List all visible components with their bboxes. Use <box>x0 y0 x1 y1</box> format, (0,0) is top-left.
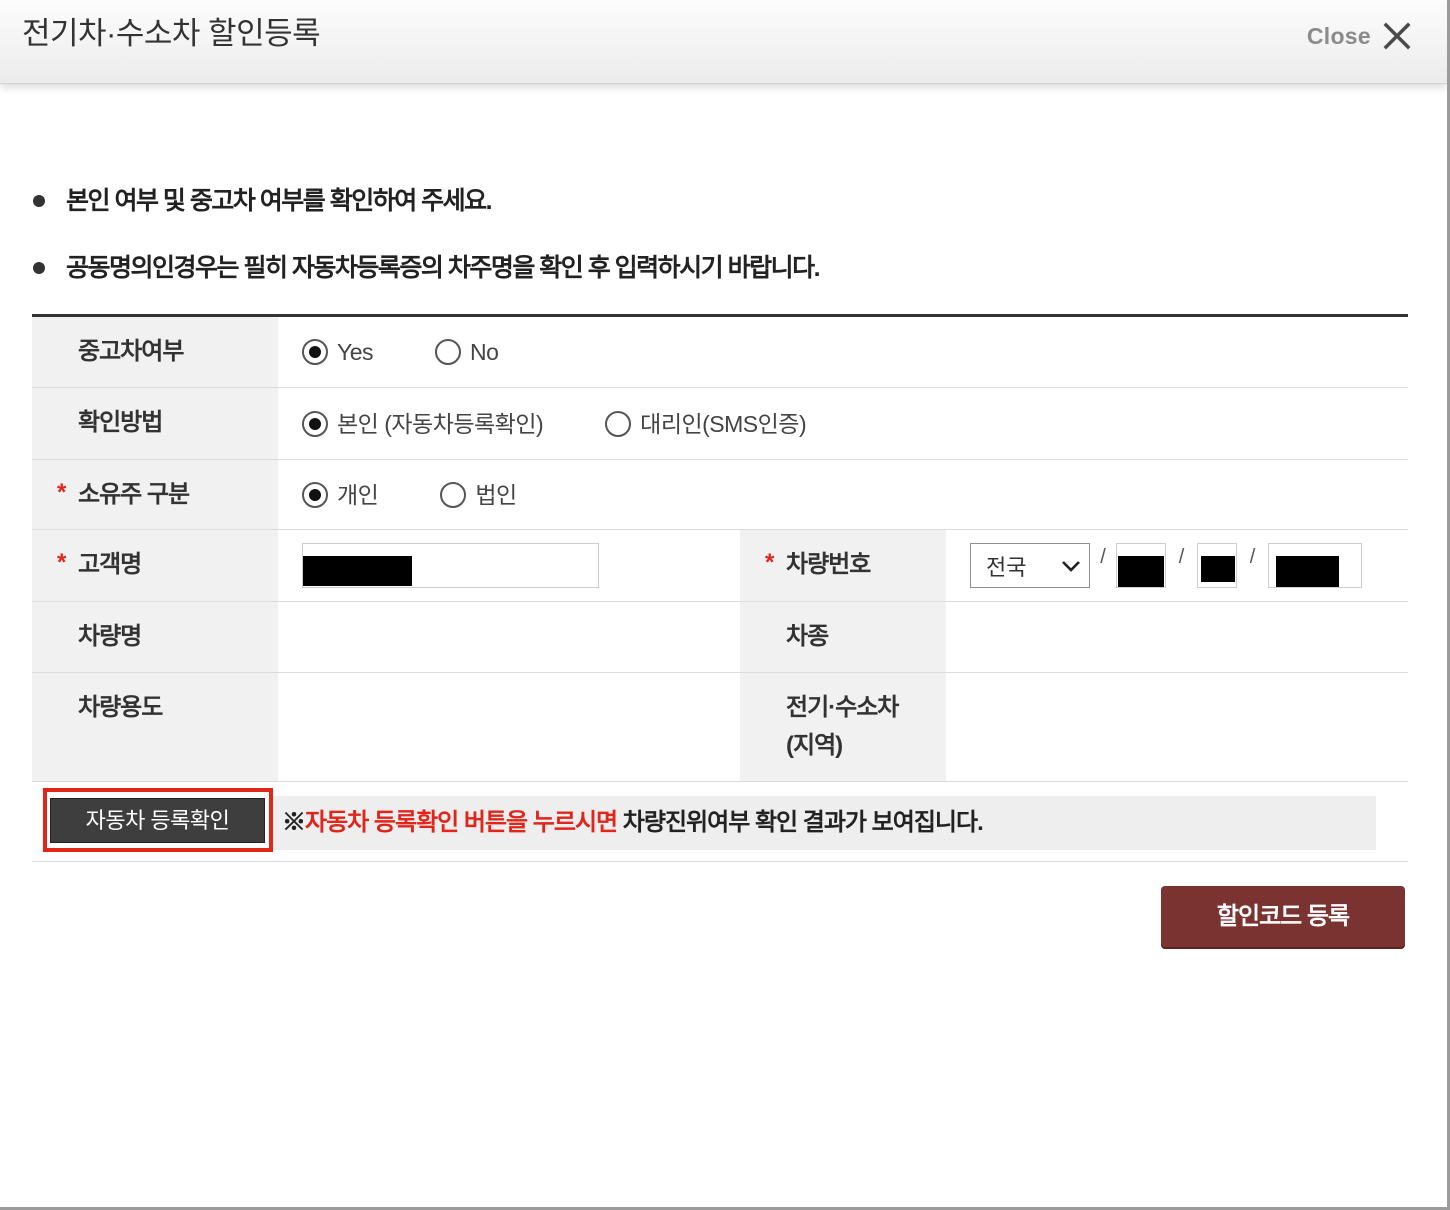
radio-verify-self[interactable]: 본인 (자동차등록확인) <box>302 409 544 439</box>
label-vehicle-type: 차종 <box>740 602 946 672</box>
radio-button[interactable] <box>302 410 328 437</box>
plate-part-2-input[interactable] <box>1197 543 1237 588</box>
row-verify-method: 확인방법 본인 (자동차등록확인) 대리인(SMS인증) <box>32 388 1408 460</box>
label-vehicle-name: 차량명 <box>32 602 278 672</box>
select-value: 전국 <box>986 554 1027 580</box>
label-customer-name: * 고객명 <box>32 530 278 601</box>
radio-label: 대리인(SMS인증) <box>640 410 807 437</box>
radio-label: 본인 (자동차등록확인) <box>337 410 544 437</box>
label-plate-number: * 차량번호 <box>740 530 946 601</box>
label-used-car: 중고차여부 <box>32 317 278 387</box>
dialog-title: 전기차·수소차 할인등록 <box>22 16 321 51</box>
chevron-down-icon <box>1062 561 1080 572</box>
separator: / <box>1100 546 1106 568</box>
radio-label: Yes <box>337 339 374 365</box>
radio-button[interactable] <box>302 481 328 508</box>
dialog-header: 전기차·수소차 할인등록 Close <box>0 0 1447 84</box>
row-used-car: 중고차여부 Yes No <box>32 317 1408 388</box>
vehicle-type-value <box>946 602 1408 672</box>
used-car-radio-group: Yes No <box>278 317 1408 387</box>
plate-part-3-input[interactable] <box>1268 543 1362 588</box>
label-text: 차량용도 <box>78 694 163 721</box>
close-label: Close <box>1306 23 1371 49</box>
radio-verify-proxy[interactable]: 대리인(SMS인증) <box>605 409 807 439</box>
label-verify-method: 확인방법 <box>32 388 278 459</box>
radio-owner-individual[interactable]: 개인 <box>302 480 379 510</box>
label-text: 차량명 <box>78 623 142 650</box>
radio-used-car-yes[interactable]: Yes <box>302 337 374 367</box>
plate-part-1-input[interactable] <box>1116 543 1166 588</box>
label-text: 확인방법 <box>78 409 163 436</box>
bullet-icon <box>33 195 45 207</box>
customer-name-input[interactable] <box>302 543 599 588</box>
notice-item: 공동명의인경우는 필히 자동차등록증의 차주명을 확인 후 입력하시기 바랍니다… <box>33 250 821 286</box>
label-text: 소유주 구분 <box>78 481 190 508</box>
bullet-icon <box>33 262 45 274</box>
note-prefix: ※ <box>282 809 306 836</box>
redaction-box <box>1276 556 1339 587</box>
plate-number-cell: 전국 / / / <box>946 530 1408 601</box>
required-mark: * <box>57 479 66 506</box>
separator: / <box>1178 546 1185 568</box>
radio-button[interactable] <box>440 481 467 508</box>
row-owner-type: * 소유주 구분 개인 법인 <box>32 460 1408 530</box>
registration-check-note: ※자동차 등록확인 버튼을 누르시면 차량진위여부 확인 결과가 보여집니다. <box>273 796 1376 850</box>
customer-name-cell <box>278 530 740 601</box>
note-text: 차량진위여부 확인 결과가 보여집니다. <box>617 809 984 836</box>
ev-region-value <box>946 673 1408 781</box>
radio-label: 개인 <box>337 481 379 508</box>
required-mark: * <box>57 549 66 576</box>
label-vehicle-usage: 차량용도 <box>32 673 278 781</box>
radio-button[interactable] <box>605 410 632 437</box>
label-owner-type: * 소유주 구분 <box>32 460 278 529</box>
verify-method-radio-group: 본인 (자동차등록확인) 대리인(SMS인증) <box>278 388 1408 459</box>
label-text: (지역) <box>786 732 843 759</box>
notice-text: 공동명의인경우는 필히 자동차등록증의 차주명을 확인 후 입력하시기 바랍니다… <box>66 254 821 282</box>
label-text: 차종 <box>786 623 829 650</box>
discount-code-register-button[interactable]: 할인코드 등록 <box>1161 886 1405 947</box>
vehicle-name-value <box>278 602 740 672</box>
note-highlight: 자동차 등록확인 버튼을 누르시면 <box>305 809 618 836</box>
row-registration-check: 자동차 등록확인 ※자동차 등록확인 버튼을 누르시면 차량진위여부 확인 결과… <box>32 782 1408 862</box>
row-customer-plate: * 고객명 * 차량번호 전국 / / / <box>32 530 1408 602</box>
radio-used-car-no[interactable]: No <box>435 337 499 367</box>
plate-region-select[interactable]: 전국 <box>970 543 1090 588</box>
radio-button[interactable] <box>435 339 462 365</box>
close-icon <box>1383 22 1411 50</box>
row-vehicle-name-type: 차량명 차종 <box>32 602 1408 673</box>
owner-type-radio-group: 개인 법인 <box>278 460 1408 529</box>
separator: / <box>1249 546 1256 568</box>
row-vehicle-usage-region: 차량용도 전기·수소차 (지역) <box>32 673 1408 782</box>
highlight-frame: 자동차 등록확인 <box>43 788 273 852</box>
label-text: 고객명 <box>78 551 142 578</box>
registration-form-table: 중고차여부 Yes No 확인방법 본인 (자동차등록확인) 대리인(SMS인증… <box>32 314 1408 862</box>
discount-registration-dialog: 전기차·수소차 할인등록 Close 본인 여부 및 중고차 여부를 확인하여 … <box>0 0 1450 1210</box>
radio-label: 법인 <box>475 481 517 508</box>
redaction-box <box>1118 556 1164 587</box>
radio-label: No <box>470 339 499 365</box>
vehicle-usage-value <box>278 673 740 781</box>
label-ev-region: 전기·수소차 (지역) <box>740 673 946 781</box>
radio-owner-corporate[interactable]: 법인 <box>440 480 517 510</box>
notice-text: 본인 여부 및 중고차 여부를 확인하여 주세요. <box>66 187 493 215</box>
redaction-box <box>1201 556 1235 582</box>
close-button[interactable]: Close <box>1307 20 1411 52</box>
registration-check-button[interactable]: 자동차 등록확인 <box>50 798 265 843</box>
radio-button[interactable] <box>302 339 328 365</box>
label-text: 중고차여부 <box>78 338 184 365</box>
notice-item: 본인 여부 및 중고차 여부를 확인하여 주세요. <box>33 183 493 219</box>
required-mark: * <box>765 549 774 576</box>
redaction-box <box>303 556 412 586</box>
label-text: 전기·수소차 <box>786 694 899 721</box>
label-text: 차량번호 <box>786 551 871 578</box>
